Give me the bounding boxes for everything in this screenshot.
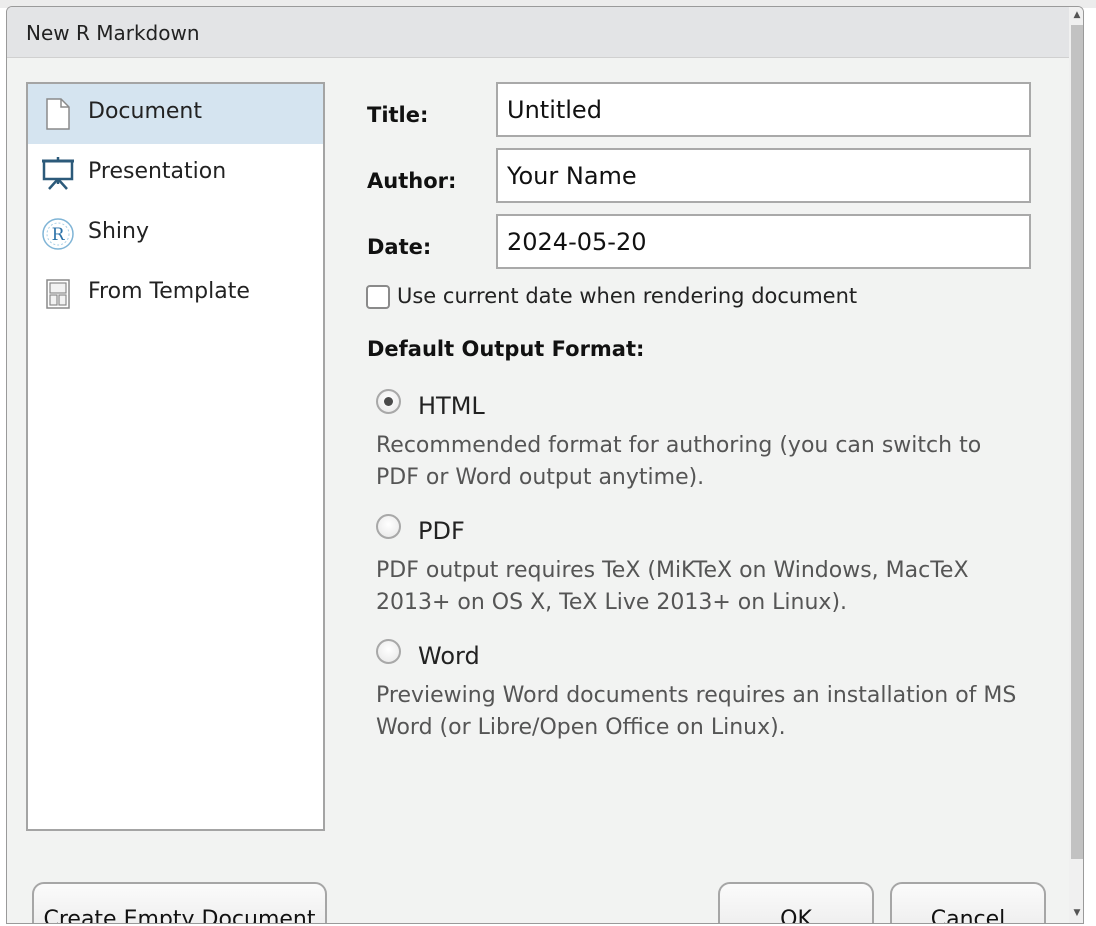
sidebar-item-from-template[interactable]: From Template — [28, 264, 323, 324]
html-radio[interactable] — [376, 389, 401, 414]
word-radio[interactable] — [376, 639, 401, 664]
sidebar-item-presentation[interactable]: Presentation — [28, 144, 323, 204]
dialog-title: New R Markdown — [26, 21, 200, 45]
template-icon — [46, 279, 70, 309]
html-description: Recommended format for authoring (you ca… — [376, 433, 982, 490]
scrollbar-thumb[interactable] — [1071, 25, 1083, 859]
dialog-titlebar[interactable]: New R Markdown — [7, 7, 1069, 58]
shiny-icon: R — [42, 218, 74, 250]
vertical-scrollbar[interactable]: ▲ ▼ — [1069, 7, 1083, 923]
sidebar-item-shiny[interactable]: R Shiny — [28, 204, 323, 264]
title-label: Title: — [367, 103, 429, 127]
html-radio-label[interactable]: HTML — [418, 392, 485, 420]
scroll-up-arrow-icon[interactable]: ▲ — [1069, 7, 1083, 23]
sidebar-item-label: From Template — [88, 279, 250, 304]
use-current-date-label[interactable]: Use current date when rendering document — [397, 284, 857, 308]
scroll-down-arrow-icon[interactable]: ▼ — [1069, 905, 1083, 921]
document-icon — [46, 98, 70, 130]
author-label: Author: — [367, 169, 457, 193]
pdf-radio-label[interactable]: PDF — [418, 517, 465, 545]
pdf-radio[interactable] — [376, 514, 401, 539]
author-input[interactable] — [496, 148, 1031, 203]
presentation-icon — [42, 157, 74, 190]
default-output-format-heading: Default Output Format: — [367, 337, 645, 361]
sidebar-item-label: Shiny — [88, 219, 149, 244]
sidebar-item-document[interactable]: Document — [28, 84, 323, 144]
sidebar-item-label: Document — [88, 99, 202, 124]
date-label: Date: — [367, 235, 432, 259]
svg-text:R: R — [52, 225, 66, 245]
use-current-date-checkbox[interactable] — [366, 285, 390, 309]
cancel-button[interactable]: Cancel — [890, 882, 1046, 923]
word-radio-label[interactable]: Word — [418, 642, 480, 670]
pdf-description: PDF output requires TeX (MiKTeX on Windo… — [376, 558, 969, 615]
date-input[interactable] — [496, 214, 1031, 269]
sidebar-item-label: Presentation — [88, 159, 227, 184]
title-input[interactable] — [496, 82, 1031, 137]
new-r-markdown-dialog: New R Markdown ▲ ▼ Document Presentation — [6, 6, 1084, 924]
create-empty-document-button[interactable]: Create Empty Document — [32, 882, 327, 923]
word-description: Previewing Word documents requires an in… — [376, 683, 1017, 740]
document-type-list: Document Presentation R Shiny From Templ… — [26, 82, 325, 831]
ok-button[interactable]: OK — [718, 882, 874, 923]
